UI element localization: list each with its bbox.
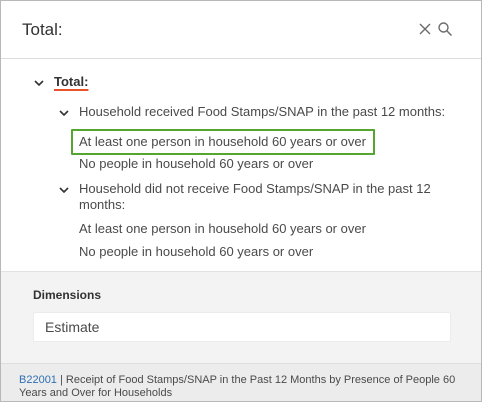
table-description-cont: Years and Over for Households xyxy=(19,387,173,399)
tree-item[interactable]: At least one person in household 60 year… xyxy=(79,220,366,238)
tree-item-selected[interactable]: At least one person in household 60 year… xyxy=(79,133,366,151)
search-icon[interactable] xyxy=(437,21,453,37)
category-tree: Total: Household received Food Stamps/SN… xyxy=(1,60,481,271)
tree-item[interactable]: No people in household 60 years or over xyxy=(79,155,313,173)
table-code-link[interactable]: B22001 xyxy=(19,374,57,386)
close-icon[interactable] xyxy=(417,21,433,37)
dimensions-section: Dimensions Estimate xyxy=(1,271,481,363)
variable-panel: Total: Total: Household received Food St… xyxy=(0,0,482,402)
dimension-value-field[interactable]: Estimate xyxy=(33,312,451,342)
table-description: Receipt of Food Stamps/SNAP in the Past … xyxy=(65,374,456,386)
tree-group-received-snap[interactable]: Household received Food Stamps/SNAP in t… xyxy=(79,103,445,121)
table-source-footer: B22001 | Receipt of Food Stamps/SNAP in … xyxy=(1,363,481,401)
tree-root-total[interactable]: Total: xyxy=(54,73,88,91)
panel-title: Total: xyxy=(22,20,63,39)
tree-group-no-snap-cont[interactable]: months: xyxy=(79,196,125,214)
chevron-down-icon[interactable] xyxy=(58,183,70,195)
footer-separator: | xyxy=(60,374,63,386)
dimensions-heading: Dimensions xyxy=(33,288,102,302)
chevron-down-icon[interactable] xyxy=(33,76,45,88)
chevron-down-icon[interactable] xyxy=(58,106,70,118)
tree-group-no-snap[interactable]: Household did not receive Food Stamps/SN… xyxy=(79,180,431,198)
panel-header: Total: xyxy=(1,1,481,59)
tree-item[interactable]: No people in household 60 years or over xyxy=(79,243,313,261)
